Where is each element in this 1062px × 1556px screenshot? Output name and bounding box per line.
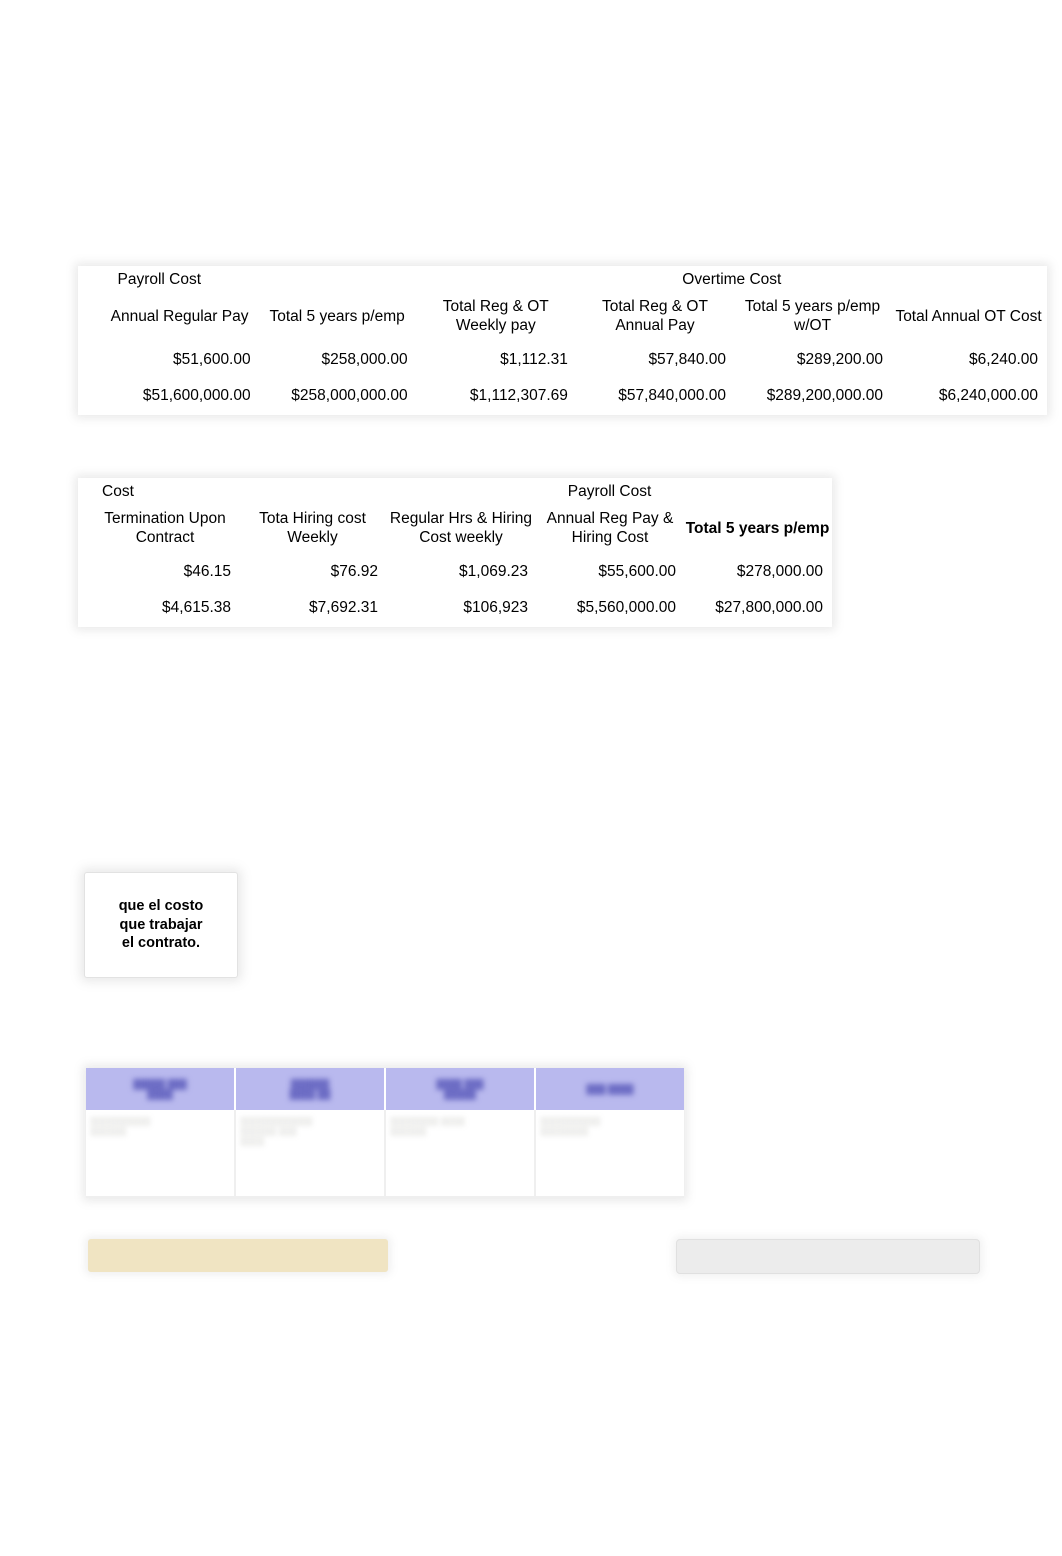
table-row[interactable]: $51,600,000.00 $258,000,000.00 $1,112,30…	[78, 379, 1047, 415]
bleed-cell	[78, 555, 92, 591]
payroll-overtime-table[interactable]: Payroll Cost Overtime Cost Annual Regula…	[78, 266, 1047, 415]
column-header-total-reg-ot-weekly-pay: Total Reg & OT Weekly pay	[416, 293, 577, 343]
cell-value[interactable]: $289,200,000.00	[735, 379, 893, 415]
blurred-table-header-row: █████ ███ ████ ██████ ████ ██ ████ ███ █…	[86, 1068, 684, 1110]
bottom-left-strip[interactable]	[88, 1239, 388, 1272]
cell-value[interactable]: $76.92	[240, 555, 387, 591]
cell-value[interactable]: $1,112.31	[416, 343, 577, 379]
bleed-cell	[78, 343, 102, 379]
blurred-text: ░░░░░░░░░░ ░░░░░░	[90, 1116, 151, 1137]
column-header-annual-regular-pay: Annual Regular Pay	[101, 293, 260, 343]
column-header-total-5-years-pemp-wot: Total 5 years p/emp w/OT	[735, 293, 893, 343]
band-overtime-cost: Overtime Cost	[416, 266, 1047, 293]
cell-value[interactable]: $51,600.00	[101, 343, 260, 379]
bleed-cell	[78, 478, 92, 505]
column-header-annual-reg-pay-hiring-cost: Annual Reg Pay & Hiring Cost	[537, 505, 685, 555]
cell-value[interactable]: $4,615.38	[92, 591, 240, 627]
band-cost: Cost	[92, 478, 387, 505]
band-payroll-cost: Payroll Cost	[101, 266, 417, 293]
cell-value[interactable]: $1,069.23	[387, 555, 537, 591]
column-header-termination-upon-contract: Termination Upon Contract	[92, 505, 240, 555]
cell-value[interactable]: $258,000.00	[259, 343, 417, 379]
bottom-right-strip[interactable]	[676, 1239, 980, 1274]
table-row[interactable]: $51,600.00 $258,000.00 $1,112.31 $57,840…	[78, 343, 1047, 379]
blurred-table-body-row: ░░░░░░░░░░ ░░░░░░ ░░░░░░░░░░░░ ░░░░░░ ░░…	[86, 1110, 684, 1198]
cell-value[interactable]: $289,200.00	[735, 343, 893, 379]
bleed-cell	[78, 591, 92, 627]
spanish-note-box[interactable]: que el costo que trabajar el contrato.	[84, 872, 238, 978]
cost-payroll-table[interactable]: Cost Payroll Cost Termination Upon Contr…	[78, 478, 833, 627]
cell-value[interactable]: $27,800,000.00	[685, 591, 833, 627]
column-header-total-5-years-pemp: Total 5 years p/emp	[685, 505, 833, 555]
band-payroll-cost: Payroll Cost	[387, 478, 833, 505]
blurred-text: ░░░░░░░░░░ ░░░░░░░░	[540, 1116, 601, 1137]
cell-value[interactable]: $106,923	[387, 591, 537, 627]
blurred-table[interactable]: █████ ███ ████ ██████ ████ ██ ████ ███ █…	[86, 1068, 684, 1198]
cell-value[interactable]: $55,600.00	[537, 555, 685, 591]
blurred-text: █████ ███ ████	[133, 1078, 187, 1099]
column-header-regular-hrs-hiring-cost: Regular Hrs & Hiring Cost weekly	[387, 505, 537, 555]
band-row: Payroll Cost Overtime Cost	[78, 266, 1047, 293]
blurred-cell[interactable]: ░░░░░░░░░░ ░░░░░░░░	[536, 1110, 684, 1198]
cell-value[interactable]: $1,112,307.69	[416, 379, 577, 415]
blurred-text: ███ ████	[586, 1083, 634, 1094]
cell-value[interactable]: $6,240,000.00	[892, 379, 1047, 415]
cell-value[interactable]: $5,560,000.00	[537, 591, 685, 627]
cell-value[interactable]: $57,840,000.00	[576, 379, 736, 415]
blurred-cell[interactable]: ░░░░░░░░ ░░░░ ░░░░░░	[386, 1110, 536, 1198]
cell-value[interactable]: $7,692.31	[240, 591, 387, 627]
cell-value[interactable]: $278,000.00	[685, 555, 833, 591]
blurred-column-header: ████ ███ █████	[386, 1068, 536, 1110]
cell-value[interactable]: $258,000,000.00	[259, 379, 417, 415]
column-header-total-5-years-pemp: Total 5 years p/emp	[259, 293, 417, 343]
table-row[interactable]: $46.15 $76.92 $1,069.23 $55,600.00 $278,…	[78, 555, 833, 591]
blurred-column-header: █████ ███ ████	[86, 1068, 236, 1110]
blurred-text: ░░░░░░░░ ░░░░ ░░░░░░	[390, 1116, 465, 1137]
column-header-total-annual-ot-cost: Total Annual OT Cost	[892, 293, 1047, 343]
bleed-cell	[78, 379, 102, 415]
blurred-column-header: ███ ████	[536, 1068, 684, 1110]
header-row: Annual Regular Pay Total 5 years p/emp T…	[78, 293, 1047, 343]
blurred-text: ░░░░░░░░░░░░ ░░░░░░ ░░░ ░░░░	[240, 1116, 313, 1147]
column-header-tota-hiring-cost-weekly: Tota Hiring cost Weekly	[240, 505, 387, 555]
cell-value[interactable]: $51,600,000.00	[101, 379, 260, 415]
band-row: Cost Payroll Cost	[78, 478, 833, 505]
blurred-cell[interactable]: ░░░░░░░░░░ ░░░░░░	[86, 1110, 236, 1198]
blurred-text: ████ ███ █████	[436, 1078, 484, 1099]
bleed-cell	[78, 505, 92, 555]
cell-value[interactable]: $46.15	[92, 555, 240, 591]
blurred-column-header: ██████ ████ ██	[236, 1068, 386, 1110]
bleed-cell	[78, 293, 102, 343]
spanish-note-text: que el costo que trabajar el contrato.	[118, 898, 204, 952]
blurred-text: ██████ ████ ██	[289, 1078, 331, 1099]
column-header-total-reg-ot-annual-pay: Total Reg & OT Annual Pay	[576, 293, 736, 343]
cell-value[interactable]: $57,840.00	[576, 343, 736, 379]
blurred-cell[interactable]: ░░░░░░░░░░░░ ░░░░░░ ░░░ ░░░░	[236, 1110, 386, 1198]
header-row: Termination Upon Contract Tota Hiring co…	[78, 505, 833, 555]
bleed-cell	[78, 266, 102, 293]
cell-value[interactable]: $6,240.00	[892, 343, 1047, 379]
table-row[interactable]: $4,615.38 $7,692.31 $106,923 $5,560,000.…	[78, 591, 833, 627]
